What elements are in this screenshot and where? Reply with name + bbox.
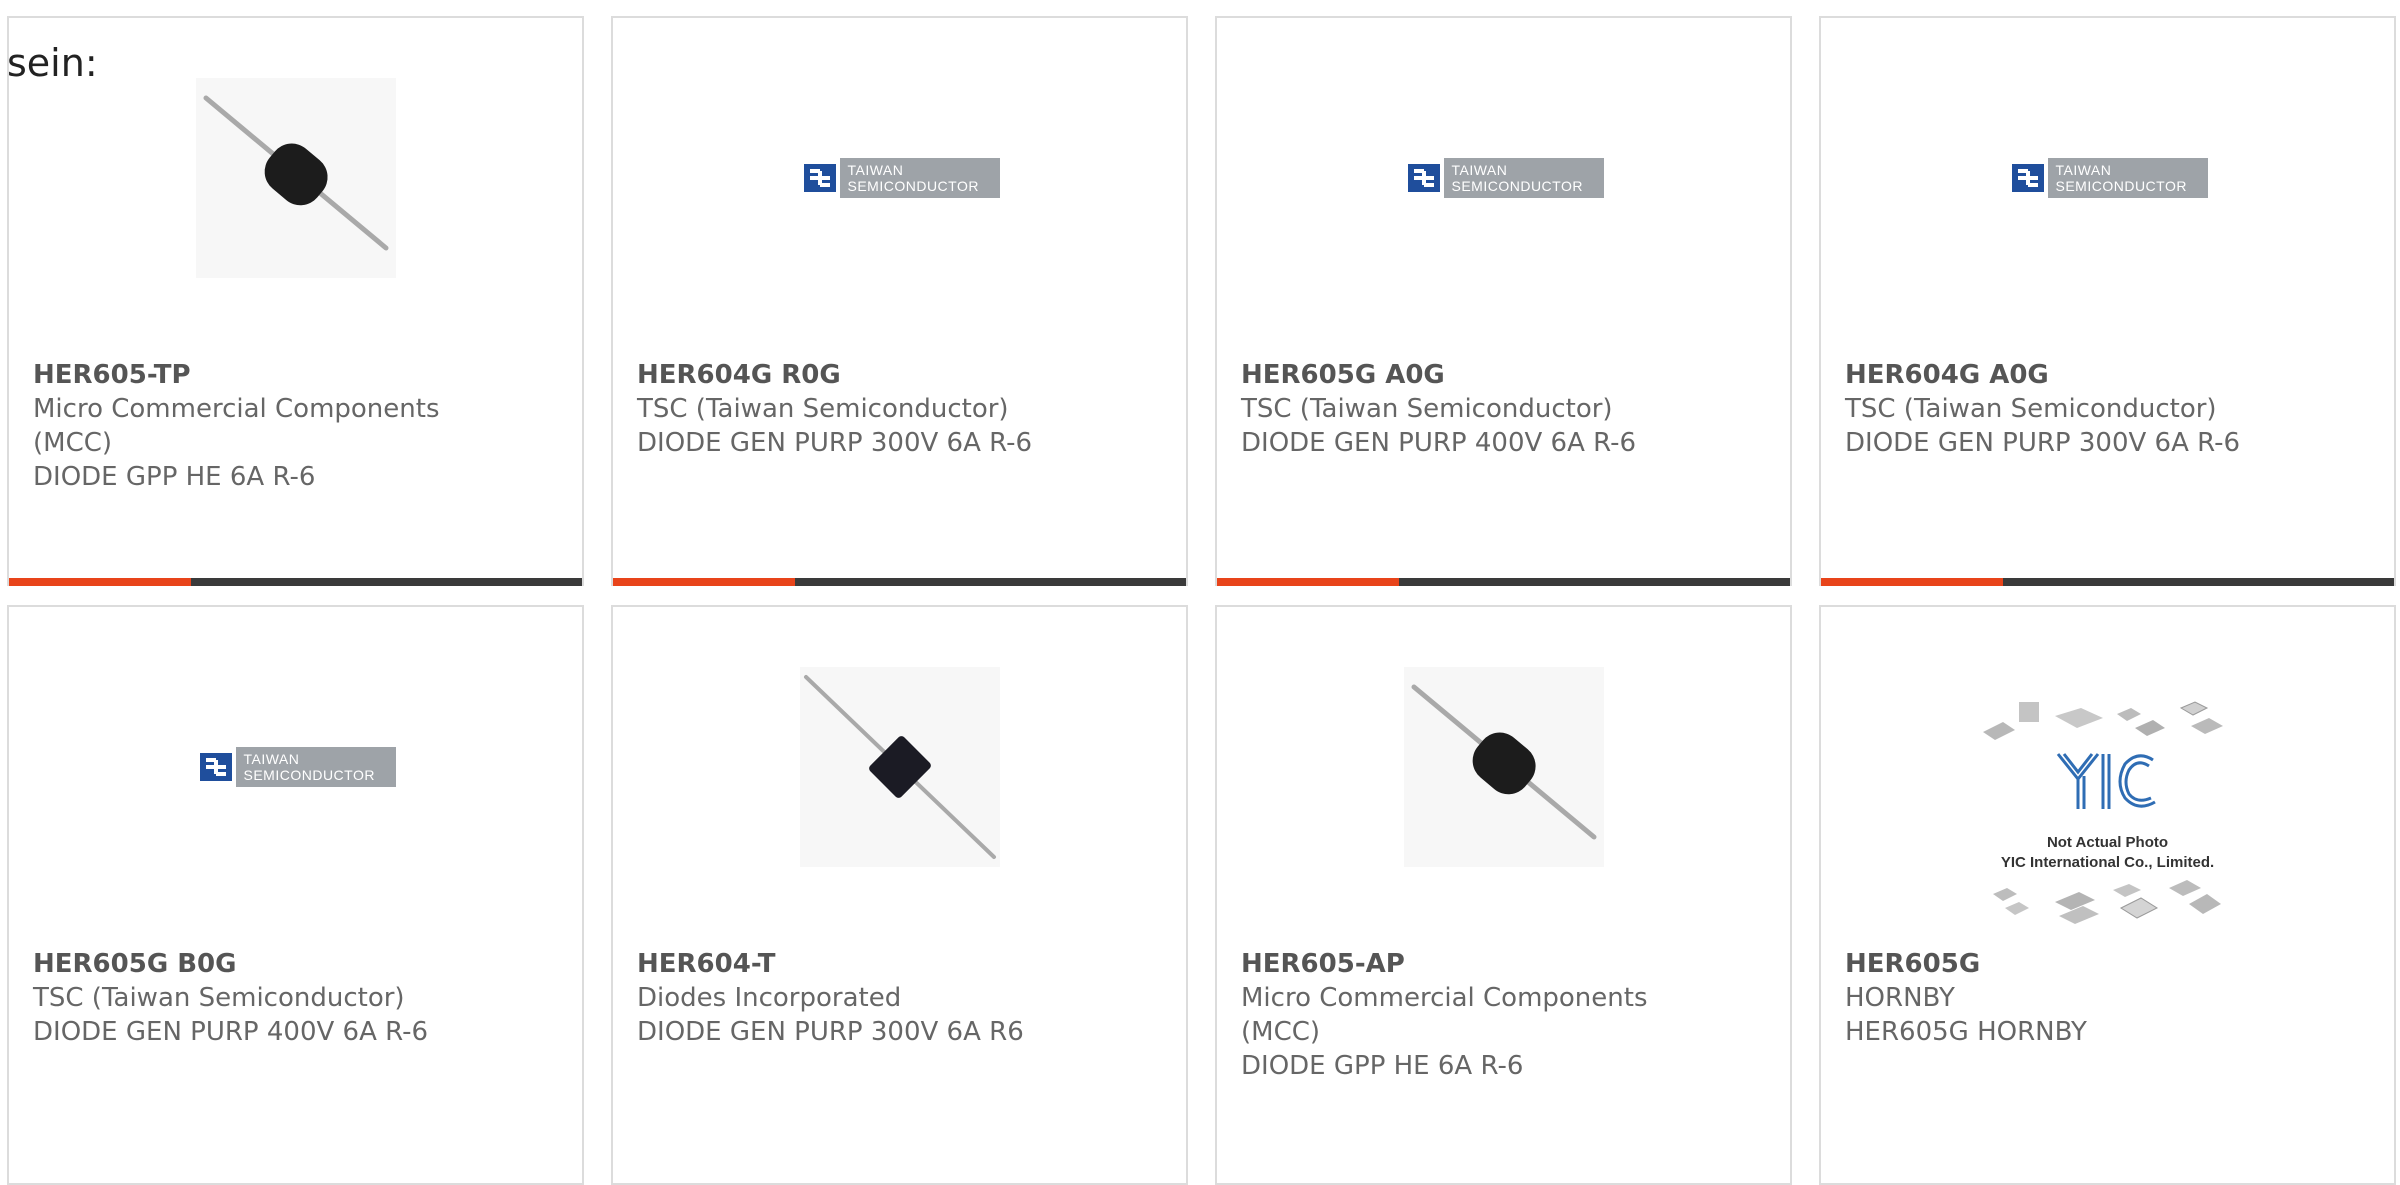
manufacturer-line: TSC (Taiwan Semiconductor): [33, 983, 405, 1013]
part-number-link[interactable]: HER605-TP: [33, 358, 558, 392]
manufacturer-line: Micro Commercial Components: [33, 394, 440, 424]
card-accent-bar: [1217, 578, 1790, 586]
taiwan-semiconductor-logo: TAIWAN SEMICONDUCTOR: [196, 747, 396, 787]
product-card[interactable]: HER605-AP Micro Commercial Components (M…: [1215, 605, 1792, 1185]
product-info: HER605-AP Micro Commercial Components (M…: [1241, 947, 1766, 1083]
part-number-link[interactable]: HER604G A0G: [1845, 358, 2370, 392]
diode-photo-icon: [195, 78, 396, 278]
tsc-mark-icon: [800, 158, 840, 198]
manufacturer-line: HORNBY: [1845, 983, 1955, 1013]
product-card[interactable]: HER604-T Diodes Incorporated DIODE GEN P…: [611, 605, 1188, 1185]
manufacturer-line: (MCC): [1241, 1017, 1321, 1047]
taiwan-semiconductor-logo: TAIWAN SEMICONDUCTOR: [2008, 158, 2208, 198]
manufacturer-line: (MCC): [33, 428, 113, 458]
product-info: HER605G A0G TSC (Taiwan Semiconductor) D…: [1241, 358, 1766, 460]
logo-text: TAIWAN: [1451, 162, 1508, 178]
logo-text: TAIWAN: [243, 751, 300, 767]
taiwan-semiconductor-logo: TAIWAN SEMICONDUCTOR: [800, 158, 1000, 198]
section-heading: sein:: [7, 41, 98, 85]
product-image: TAIWAN SEMICONDUCTOR: [1217, 78, 1790, 278]
card-accent-bar: [613, 578, 1186, 586]
product-image: Not Actual Photo YIC International Co., …: [1821, 689, 2394, 929]
tsc-mark-icon: [2008, 158, 2048, 198]
product-card[interactable]: TAIWAN SEMICONDUCTOR HER604G A0G TSC (Ta…: [1819, 16, 2396, 586]
tsc-mark-icon: [1404, 158, 1444, 198]
product-info: HER604-T Diodes Incorporated DIODE GEN P…: [637, 947, 1162, 1049]
tsc-mark-icon: [196, 747, 236, 787]
product-image: TAIWAN SEMICONDUCTOR: [1821, 78, 2394, 278]
product-card[interactable]: HER605-TP Micro Commercial Components (M…: [7, 16, 584, 586]
product-description: DIODE GPP HE 6A R-6: [33, 462, 316, 492]
product-card[interactable]: Not Actual Photo YIC International Co., …: [1819, 605, 2396, 1185]
product-image: [1217, 667, 1790, 867]
product-info: HER605G HORNBY HER605G HORNBY: [1845, 947, 2370, 1049]
product-card[interactable]: TAIWAN SEMICONDUCTOR HER605G A0G TSC (Ta…: [1215, 16, 1792, 586]
product-description: DIODE GEN PURP 300V 6A R-6: [1845, 428, 2241, 458]
logo-text: TAIWAN: [2055, 162, 2112, 178]
diode-photo-icon: [799, 667, 1000, 867]
product-image: TAIWAN SEMICONDUCTOR: [9, 667, 582, 867]
part-number-link[interactable]: HER605-AP: [1241, 947, 1766, 981]
manufacturer-line: Diodes Incorporated: [637, 983, 902, 1013]
yic-placeholder-image: Not Actual Photo YIC International Co., …: [1963, 694, 2253, 924]
manufacturer-line: TSC (Taiwan Semiconductor): [1241, 394, 1613, 424]
taiwan-semiconductor-logo: TAIWAN SEMICONDUCTOR: [1404, 158, 1604, 198]
logo-text: TAIWAN: [847, 162, 904, 178]
part-number-link[interactable]: HER605G B0G: [33, 947, 558, 981]
part-number-link[interactable]: HER604G R0G: [637, 358, 1162, 392]
part-number-link[interactable]: HER605G A0G: [1241, 358, 1766, 392]
logo-text: SEMICONDUCTOR: [847, 178, 979, 194]
product-description: DIODE GEN PURP 400V 6A R-6: [33, 1017, 429, 1047]
product-image: TAIWAN SEMICONDUCTOR: [613, 78, 1186, 278]
part-number-link[interactable]: HER604-T: [637, 947, 1162, 981]
diode-photo-icon: [1403, 667, 1604, 867]
product-description: DIODE GEN PURP 300V 6A R-6: [637, 428, 1033, 458]
logo-text: SEMICONDUCTOR: [243, 767, 375, 783]
image-caption: Not Actual Photo: [2046, 834, 2169, 851]
product-card[interactable]: TAIWAN SEMICONDUCTOR HER604G R0G TSC (Ta…: [611, 16, 1188, 586]
product-grid: HER605-TP Micro Commercial Components (M…: [0, 0, 2400, 1185]
image-caption: YIC International Co., Limited.: [2000, 854, 2215, 871]
product-info: HER605-TP Micro Commercial Components (M…: [33, 358, 558, 494]
card-accent-bar: [1821, 578, 2394, 586]
product-description: DIODE GEN PURP 400V 6A R-6: [1241, 428, 1637, 458]
product-description: DIODE GEN PURP 300V 6A R6: [637, 1017, 1024, 1047]
card-accent-bar: [9, 578, 582, 586]
product-card[interactable]: TAIWAN SEMICONDUCTOR HER605G B0G TSC (Ta…: [7, 605, 584, 1185]
product-description: DIODE GPP HE 6A R-6: [1241, 1051, 1524, 1081]
manufacturer-line: TSC (Taiwan Semiconductor): [637, 394, 1009, 424]
product-info: HER605G B0G TSC (Taiwan Semiconductor) D…: [33, 947, 558, 1049]
part-number-link[interactable]: HER605G: [1845, 947, 2370, 981]
product-description: HER605G HORNBY: [1845, 1017, 2087, 1047]
logo-text: SEMICONDUCTOR: [2055, 178, 2187, 194]
logo-text: SEMICONDUCTOR: [1451, 178, 1583, 194]
manufacturer-line: Micro Commercial Components: [1241, 983, 1648, 1013]
product-image: [9, 78, 582, 278]
product-image: [613, 667, 1186, 867]
product-info: HER604G A0G TSC (Taiwan Semiconductor) D…: [1845, 358, 2370, 460]
manufacturer-line: TSC (Taiwan Semiconductor): [1845, 394, 2217, 424]
product-info: HER604G R0G TSC (Taiwan Semiconductor) D…: [637, 358, 1162, 460]
